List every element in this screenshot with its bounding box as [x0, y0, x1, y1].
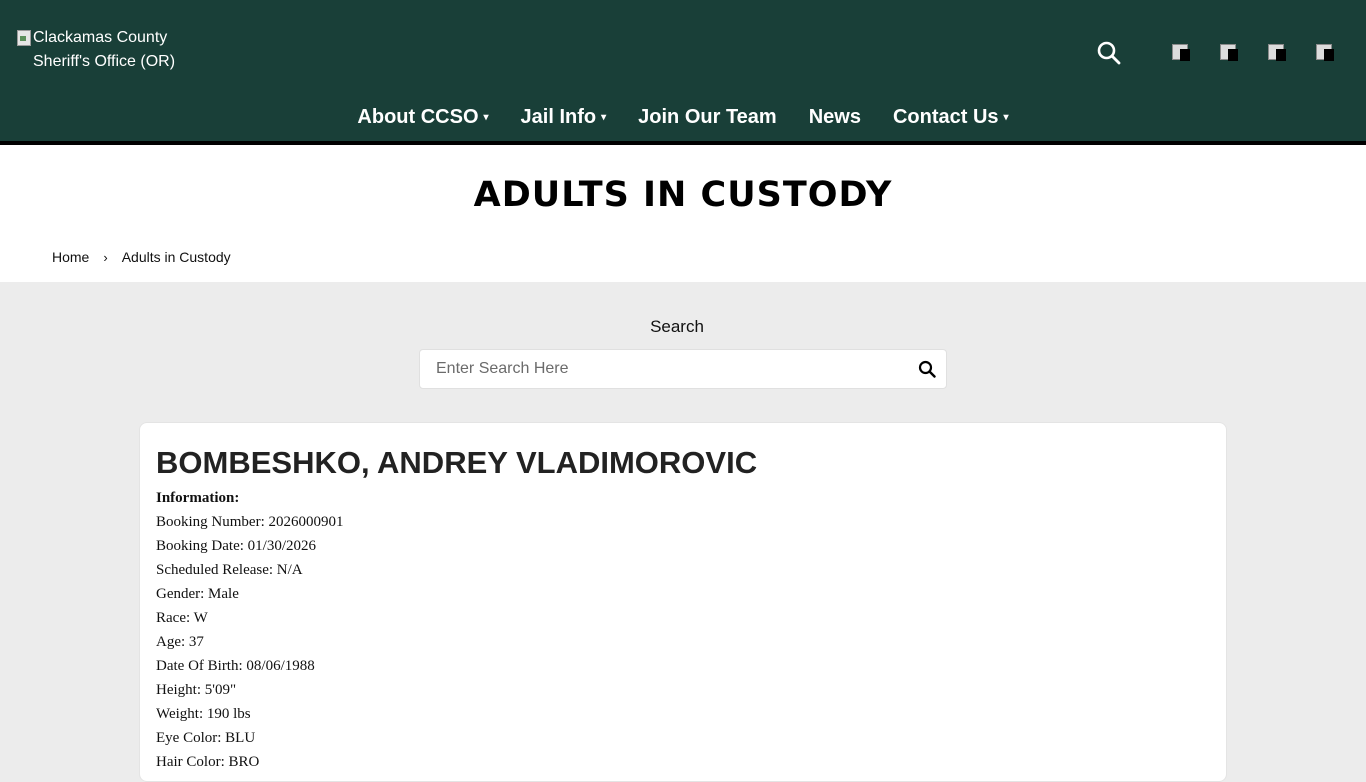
page-title: ADULTS IN CUSTODY	[473, 175, 893, 215]
info-scheduled-release: Scheduled Release: N/A	[156, 562, 303, 578]
info-heading: Information:	[156, 490, 240, 506]
chevron-right-icon: ›	[103, 249, 108, 265]
social-icon[interactable]	[1266, 42, 1288, 64]
info-weight: Weight: 190 lbs	[156, 706, 251, 722]
search-box	[419, 349, 947, 389]
title-band: ADULTS IN CUSTODY Home › Adults in Custo…	[0, 145, 1366, 282]
info-date-of-birth: Date Of Birth: 08/06/1988	[156, 658, 315, 674]
caret-down-icon: ▾	[1003, 112, 1009, 123]
info-booking-number: Booking Number: 2026000901	[156, 514, 344, 530]
social-icon[interactable]	[1218, 42, 1240, 64]
logo-alt-text: Clackamas County Sheriff's Office (OR)	[33, 29, 176, 70]
site-logo[interactable]: Clackamas County Sheriff's Office (OR)	[16, 26, 216, 74]
breadcrumb-current: Adults in Custody	[121, 249, 231, 265]
breadcrumb-home-link[interactable]: Home	[52, 249, 89, 265]
breadcrumb: Home › Adults in Custody	[52, 249, 231, 265]
info-hair-color: Hair Color: BRO	[156, 754, 260, 770]
site-header: Clackamas County Sheriff's Office (OR) A…	[0, 0, 1366, 141]
nav-item-join-our-team[interactable]: Join Our Team	[638, 106, 777, 129]
social-icon[interactable]	[1314, 42, 1336, 64]
info-gender: Gender: Male	[156, 586, 239, 602]
broken-image-icon	[16, 29, 32, 46]
info-age: Age: 37	[156, 634, 204, 650]
social-icon[interactable]	[1170, 42, 1192, 64]
header-icons	[1096, 40, 1336, 66]
info-race: Race: W	[156, 610, 208, 626]
main-nav: About CCSO ▾ Jail Info ▾ Join Our Team New…	[0, 106, 1366, 129]
inmate-name: BOMBESHKO, ANDREY VLADIMOROVIC	[156, 445, 758, 480]
search-submit-icon[interactable]	[918, 360, 936, 378]
search-label: Search	[650, 317, 704, 336]
search-input[interactable]	[420, 350, 900, 388]
nav-item-about-ccso[interactable]: About CCSO ▾	[357, 106, 488, 129]
caret-down-icon: ▾	[601, 112, 607, 123]
inmate-info: Information: Booking Number: 2026000901 …	[156, 486, 344, 774]
info-height: Height: 5'09"	[156, 682, 237, 698]
search-icon[interactable]	[1096, 40, 1122, 66]
caret-down-icon: ▾	[483, 112, 489, 123]
nav-item-contact-us[interactable]: Contact Us ▾	[893, 106, 1009, 129]
inmate-card: BOMBESHKO, ANDREY VLADIMOROVIC Informati…	[139, 422, 1227, 782]
nav-item-news[interactable]: News	[809, 106, 861, 129]
info-eye-color: Eye Color: BLU	[156, 730, 256, 746]
info-booking-date: Booking Date: 01/30/2026	[156, 538, 316, 554]
nav-item-jail-info[interactable]: Jail Info ▾	[521, 106, 607, 129]
